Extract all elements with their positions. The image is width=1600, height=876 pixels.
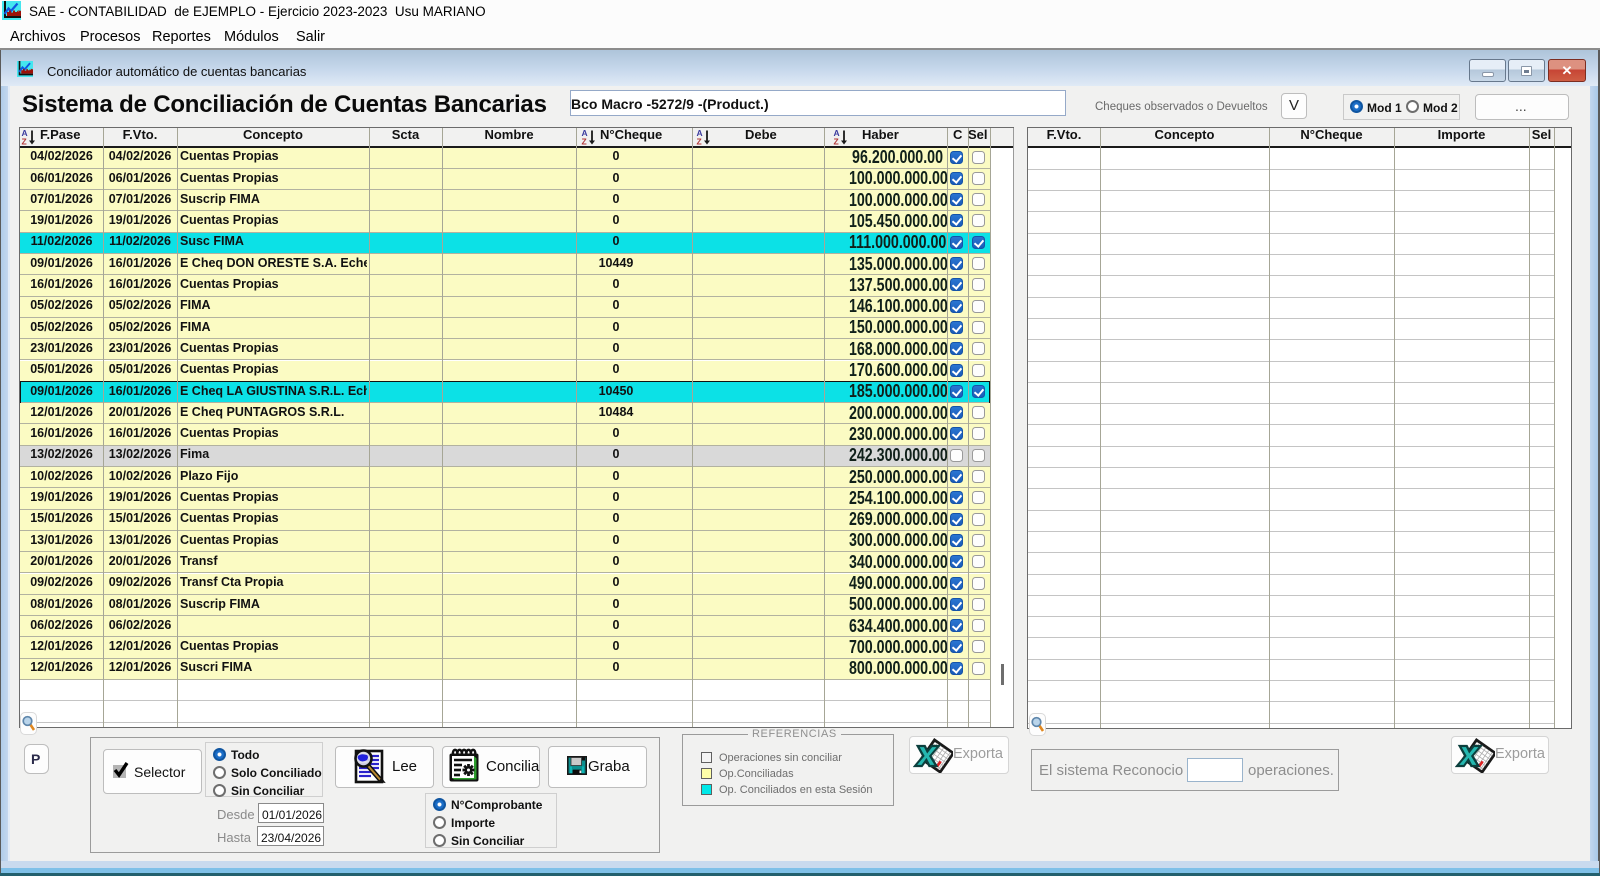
svg-text:Z: Z <box>834 136 839 145</box>
svg-text:Z: Z <box>697 136 702 145</box>
svg-text:Z: Z <box>22 136 27 145</box>
svg-text:Z: Z <box>582 136 587 145</box>
